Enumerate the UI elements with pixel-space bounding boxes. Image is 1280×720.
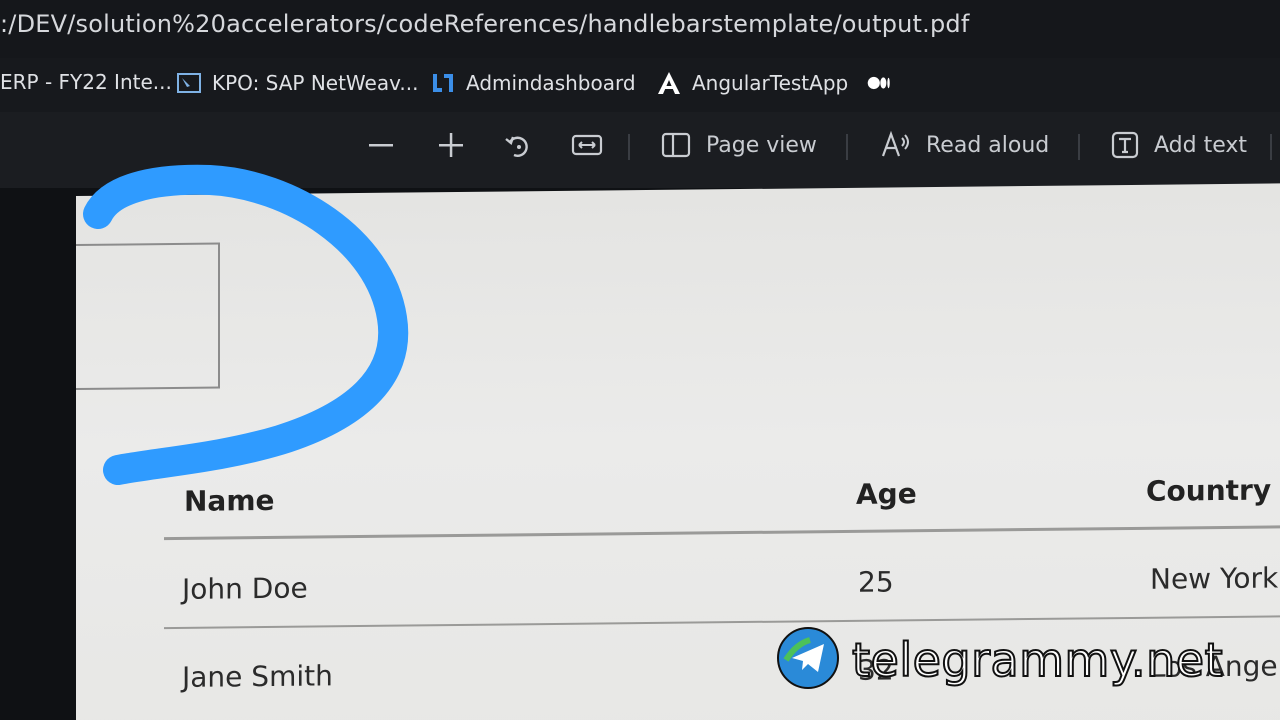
page-view-label: Page view [706, 132, 817, 158]
toolbar-divider [846, 134, 848, 160]
toolbar-divider [1078, 134, 1080, 160]
add-text-label: Add text [1154, 132, 1248, 158]
address-bar[interactable]: :/DEV/solution%20accelerators/codeRefere… [0, 0, 1280, 58]
plus-icon [436, 130, 466, 160]
bookmark-medium[interactable] [866, 70, 892, 96]
telegram-logo-icon [776, 626, 840, 694]
url-text[interactable]: :/DEV/solution%20accelerators/codeRefere… [0, 10, 970, 38]
bookmark-label: Admindashboard [466, 71, 636, 95]
pdf-toolbar: Page view Read aloud Add text [0, 112, 1280, 188]
bookmark-label: AngularTestApp [692, 71, 849, 95]
header-country: Country [1146, 473, 1272, 508]
sap-netweaver-icon [176, 70, 202, 96]
cell-name: Jane Smith [182, 659, 333, 694]
medium-icon [866, 70, 892, 96]
header-name: Name [184, 483, 275, 518]
add-text-icon [1110, 130, 1140, 160]
zoom-out-button[interactable] [366, 130, 396, 160]
page-view-icon [660, 130, 692, 160]
watermark-text: telegrammy.net [851, 632, 1224, 688]
data-table: Name Age Country John Doe 25 New York Ja… [164, 473, 1280, 694]
admindashboard-icon [430, 70, 456, 96]
add-text-button[interactable]: Add text [1110, 130, 1247, 160]
toolbar-divider [628, 134, 630, 160]
rotate-button[interactable] [502, 130, 534, 162]
zoom-in-button[interactable] [436, 130, 466, 160]
bookmark-label: KPO: SAP NetWeav... [212, 71, 419, 95]
bookmark-admindashboard[interactable]: Admindashboard [430, 70, 636, 96]
read-aloud-icon [880, 130, 912, 160]
fit-width-icon [570, 130, 604, 160]
bookmark-label: ERP - FY22 Inte... [0, 70, 172, 94]
angular-icon [656, 70, 682, 96]
bookmarks-bar: ERP - FY22 Inte... KPO: SAP NetWeav... A… [0, 58, 1280, 113]
cell-name: John Doe [182, 571, 308, 606]
header-divider [164, 525, 1280, 541]
bookmark-angulartestapp[interactable]: AngularTestApp [656, 70, 848, 96]
page-view-button[interactable]: Page view [660, 130, 817, 160]
read-aloud-label: Read aloud [926, 132, 1050, 158]
read-aloud-button[interactable]: Read aloud [880, 130, 1049, 160]
cell-country: New York [1150, 561, 1279, 596]
minus-icon [366, 130, 396, 160]
bookmark-sap-netweaver[interactable]: KPO: SAP NetWeav... [176, 70, 418, 96]
rotate-icon [502, 130, 534, 162]
image-placeholder [76, 242, 220, 390]
toolbar-divider [1270, 134, 1272, 160]
browser-window: :/DEV/solution%20accelerators/codeRefere… [0, 0, 1280, 720]
watermark: telegrammy.net [776, 626, 1224, 694]
cell-age: 25 [858, 565, 894, 599]
fit-width-button[interactable] [570, 130, 604, 160]
header-age: Age [856, 477, 917, 511]
bookmark-erp[interactable]: ERP - FY22 Inte... [0, 70, 172, 94]
